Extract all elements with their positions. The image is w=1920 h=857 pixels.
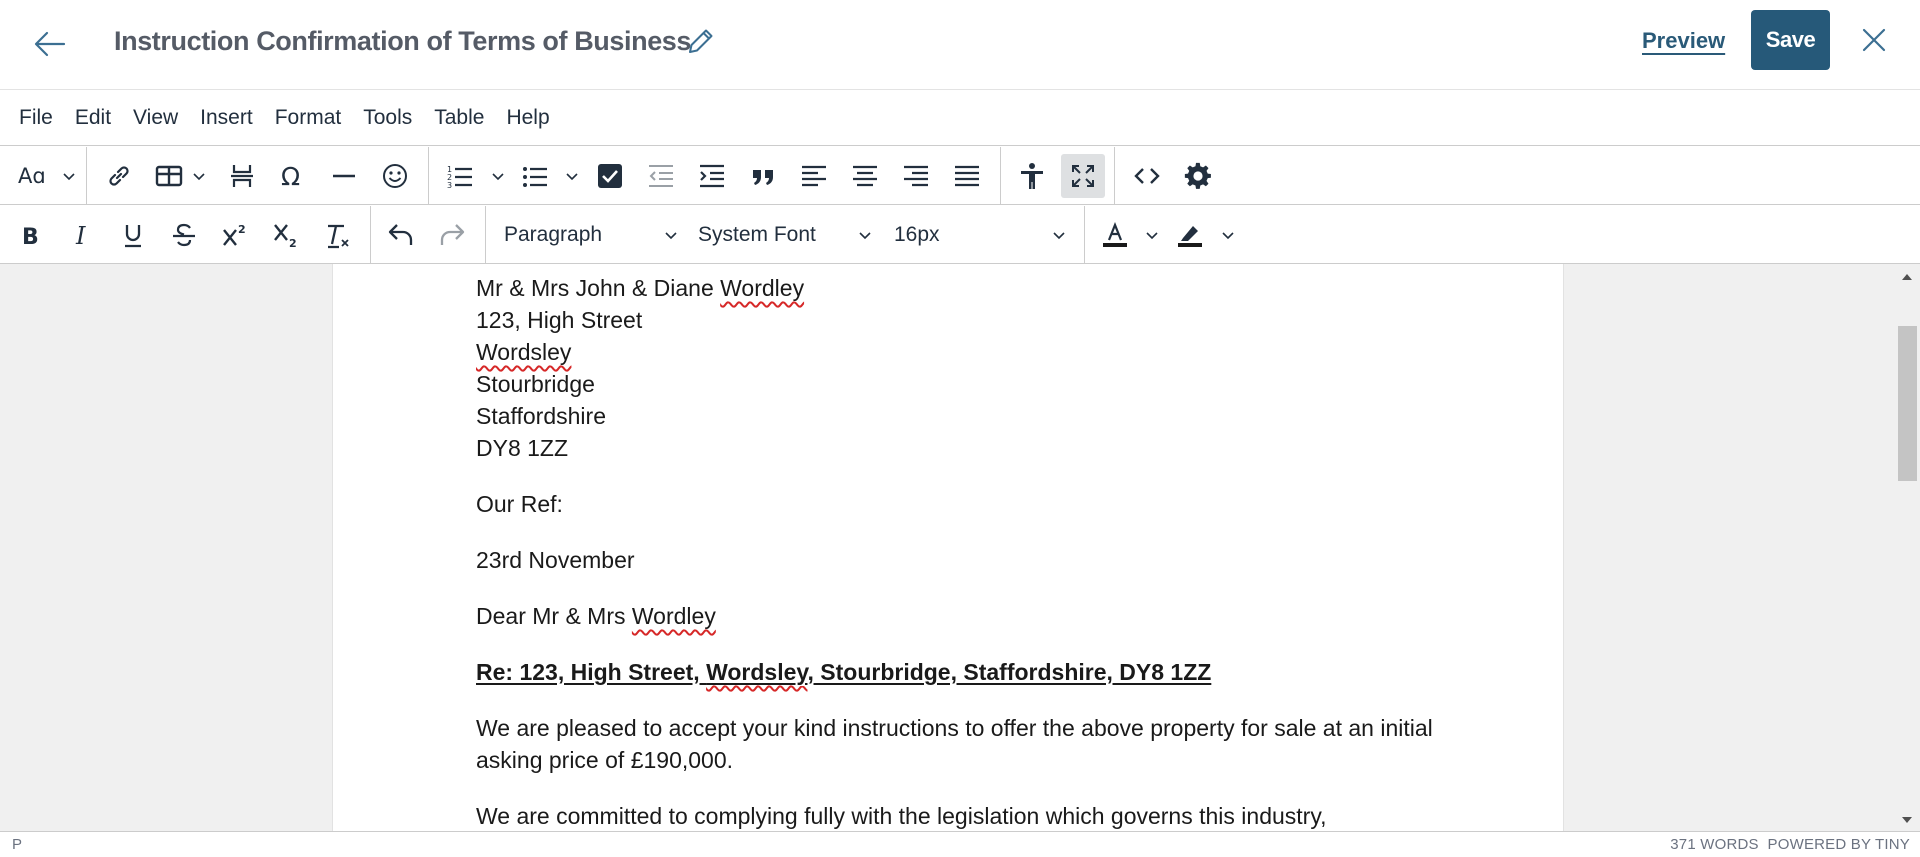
body-paragraph: We are pleased to accept your kind instr… [476,715,1433,773]
menu-view[interactable]: View [124,100,187,136]
address-line: DY8 1ZZ [476,435,569,461]
spellcheck-word: Wordsley [706,659,808,685]
close-icon[interactable] [1856,22,1892,58]
strikethrough-icon[interactable] [162,213,206,257]
svg-text:I: I [75,222,86,250]
editor-area: Mr & Mrs John & Diane Wordley 123, High … [0,264,1920,831]
link-icon[interactable] [97,154,141,198]
fullscreen-icon[interactable] [1061,154,1105,198]
menu-format[interactable]: Format [266,100,351,136]
powered-by-link[interactable]: POWERED BY TINY [1768,836,1910,853]
spellcheck-word: Wordley [720,275,805,301]
document-title: Instruction Confirmation of Terms of Bus… [114,26,692,56]
gear-icon[interactable] [1176,154,1220,198]
scroll-down-arrow-icon[interactable] [1901,815,1913,825]
blockquote-icon[interactable] [741,154,785,198]
block-format-select[interactable]: Paragraph [494,213,684,257]
accessibility-icon[interactable] [1010,154,1054,198]
chevron-down-icon[interactable] [561,154,583,198]
spellcheck-word: Wordsley [476,339,572,365]
block-format-value: Paragraph [504,223,603,246]
element-path[interactable]: P [12,836,22,853]
svg-text:2: 2 [289,237,297,250]
body-paragraph: We are committed to complying fully with… [476,803,1327,829]
salutation: Dear Mr & Mrs Wordley [476,603,716,629]
bullet-list-icon[interactable] [513,154,557,198]
address-line: Wordsley [476,336,1456,368]
font-family-value: System Font [698,223,816,246]
menu-table[interactable]: Table [425,100,493,136]
align-left-icon[interactable] [792,154,836,198]
word-count[interactable]: 371 WORDS [1670,836,1759,853]
clear-formatting-icon[interactable] [315,213,359,257]
outdent-icon[interactable] [639,154,683,198]
address-line: Stourbridge [476,371,595,397]
italic-icon[interactable]: I [60,213,104,257]
chevron-down-icon[interactable] [58,154,80,198]
font-family-select[interactable]: System Font [688,213,878,257]
chevron-down-icon[interactable] [487,154,509,198]
scroll-up-arrow-icon[interactable] [1901,272,1913,282]
address-line: 123, High Street [476,307,643,333]
numbered-list-icon[interactable]: 123 [438,154,482,198]
align-right-icon[interactable] [894,154,938,198]
source-code-icon[interactable] [1125,154,1169,198]
chevron-down-icon[interactable] [188,154,210,198]
subscript-icon[interactable]: 2 [264,213,308,257]
undo-icon[interactable] [379,213,423,257]
back-arrow-icon[interactable] [30,24,70,64]
special-character-icon[interactable]: Ω [271,154,315,198]
scroll-thumb[interactable] [1898,326,1917,481]
menu-tools[interactable]: Tools [354,100,421,136]
menu-insert[interactable]: Insert [191,100,262,136]
menubar: File Edit View Insert Format Tools Table… [0,91,1920,146]
indent-icon[interactable] [690,154,734,198]
save-button[interactable]: Save [1751,10,1830,70]
status-bar: P 371 WORDS POWERED BY TINY [0,831,1920,857]
chevron-down-icon[interactable] [1217,213,1239,257]
table-icon[interactable] [147,154,191,198]
our-ref: Our Ref: [476,491,563,517]
chevron-down-icon [859,232,871,240]
address-line: Mr & Mrs John & Diane Wordley [476,275,805,301]
menu-edit[interactable]: Edit [66,100,120,136]
svg-text:2: 2 [238,223,246,236]
chevron-down-icon [665,232,677,240]
menu-help[interactable]: Help [497,100,558,136]
re-line: Re: 123, High Street, Wordsley, Stourbri… [476,659,1212,685]
emoji-icon[interactable] [373,154,417,198]
checklist-icon[interactable] [588,154,632,198]
svg-text:3: 3 [447,181,452,190]
text-color-icon[interactable] [1093,213,1137,257]
font-size-select[interactable]: 16px [884,213,1072,257]
chevron-down-icon [1053,232,1065,240]
justify-icon[interactable] [945,154,989,198]
address-line: Staffordshire [476,403,606,429]
svg-text:B: B [22,225,39,250]
page-break-icon[interactable] [220,154,264,198]
bold-icon[interactable]: B [9,213,53,257]
underline-icon[interactable] [111,213,155,257]
svg-text:Ω: Ω [281,162,300,191]
superscript-icon[interactable]: 2 [213,213,257,257]
pencil-icon[interactable] [682,24,718,60]
spellcheck-word: Wordley [631,603,716,629]
highlight-color-icon[interactable] [1168,213,1212,257]
svg-text:Aɑ: Aɑ [18,164,46,188]
document-content[interactable]: Mr & Mrs John & Diane Wordley 123, High … [476,264,1456,831]
font-styles-icon[interactable]: Aɑ [9,154,53,198]
letter-date: 23rd November [476,547,635,573]
redo-icon[interactable] [430,213,474,257]
toolbar-formatting: B I 2 2 Paragraph System Font 16px [0,206,1920,264]
preview-link[interactable]: Preview [1642,28,1725,54]
editor-header: Instruction Confirmation of Terms of Bus… [0,0,1920,90]
menu-file[interactable]: File [10,100,62,136]
status-right: 371 WORDS POWERED BY TINY [1670,836,1910,853]
align-center-icon[interactable] [843,154,887,198]
horizontal-line-icon[interactable] [322,154,366,198]
font-size-value: 16px [894,223,940,246]
chevron-down-icon[interactable] [1141,213,1163,257]
vertical-scrollbar[interactable] [1894,264,1920,831]
toolbar-primary: Aɑ Ω 123 [0,147,1920,205]
